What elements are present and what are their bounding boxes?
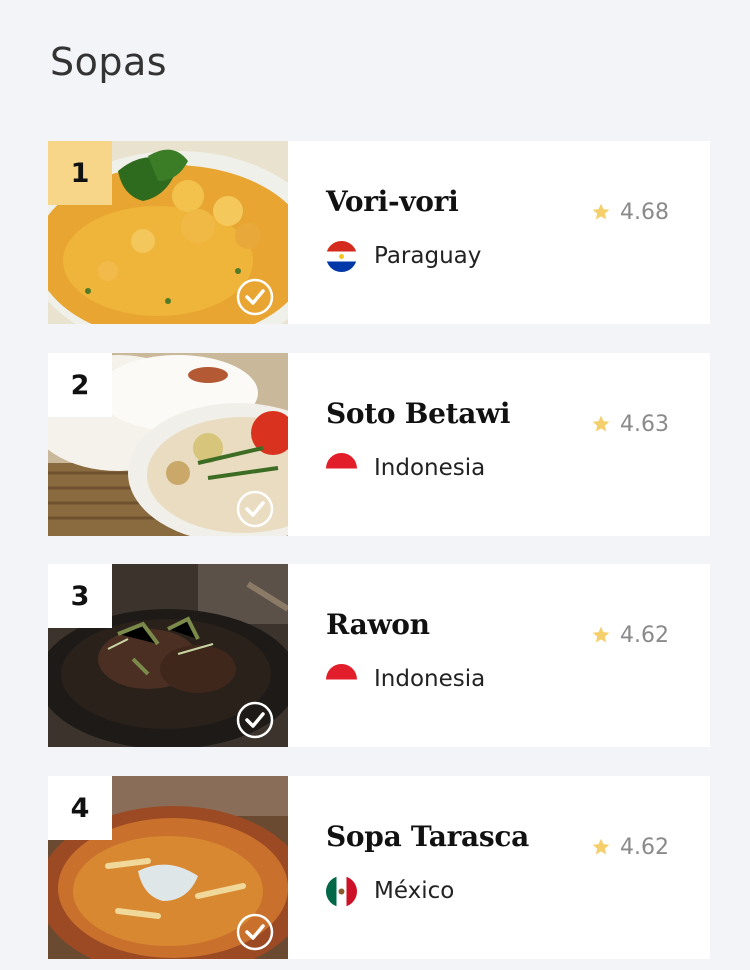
dish-name[interactable]: Rawon [326,608,430,641]
star-icon [592,626,610,643]
check-icon[interactable] [235,489,275,529]
rank-badge: 2 [48,353,112,417]
paraguay-flag-icon [326,240,357,272]
dish-photo[interactable]: 4 [48,776,288,959]
country-name: Indonesia [374,455,486,481]
rating-value: 4.62 [620,622,669,648]
check-icon[interactable] [235,700,275,740]
dish-country[interactable]: Indonesia [326,663,486,695]
dish-name[interactable]: Sopa Tarasca [326,820,529,853]
dish-card[interactable]: 2 Soto Betawi Indonesia 4.63 [48,353,710,536]
rating: 4.68 [591,197,669,227]
country-name: México [374,878,455,904]
star-icon [592,838,610,855]
dish-country[interactable]: Paraguay [326,240,482,272]
rating-value: 4.63 [620,411,669,437]
dish-photo[interactable]: 2 [48,353,288,536]
dish-country[interactable]: Indonesia [326,452,486,484]
dish-photo[interactable]: 3 [48,564,288,747]
check-icon[interactable] [235,912,275,952]
rating: 4.62 [591,620,669,650]
star-icon [592,415,610,432]
indonesia-flag-icon [326,452,357,484]
dish-name[interactable]: Soto Betawi [326,397,511,430]
dish-card[interactable]: 3 Rawon Indonesia 4.62 [48,564,710,747]
rank-badge: 4 [48,776,112,840]
rank-badge: 1 [48,141,112,205]
star-icon [592,203,610,220]
dish-photo[interactable]: 1 [48,141,288,324]
country-name: Indonesia [374,666,486,692]
mexico-flag-icon [326,875,357,907]
dish-country[interactable]: México [326,875,455,907]
indonesia-flag-icon [326,663,357,695]
page-title: Sopas [50,40,168,84]
rating: 4.63 [591,409,669,439]
dish-name[interactable]: Vori-vori [326,185,459,218]
rating: 4.62 [591,832,669,862]
country-name: Paraguay [374,243,482,269]
rating-value: 4.68 [620,199,669,225]
rank-badge: 3 [48,564,112,628]
rating-value: 4.62 [620,834,669,860]
dish-card[interactable]: 4 Sopa Tarasca México 4.62 [48,776,710,959]
check-icon[interactable] [235,277,275,317]
dish-card[interactable]: 1 Vori-vori Paraguay 4.68 [48,141,710,324]
